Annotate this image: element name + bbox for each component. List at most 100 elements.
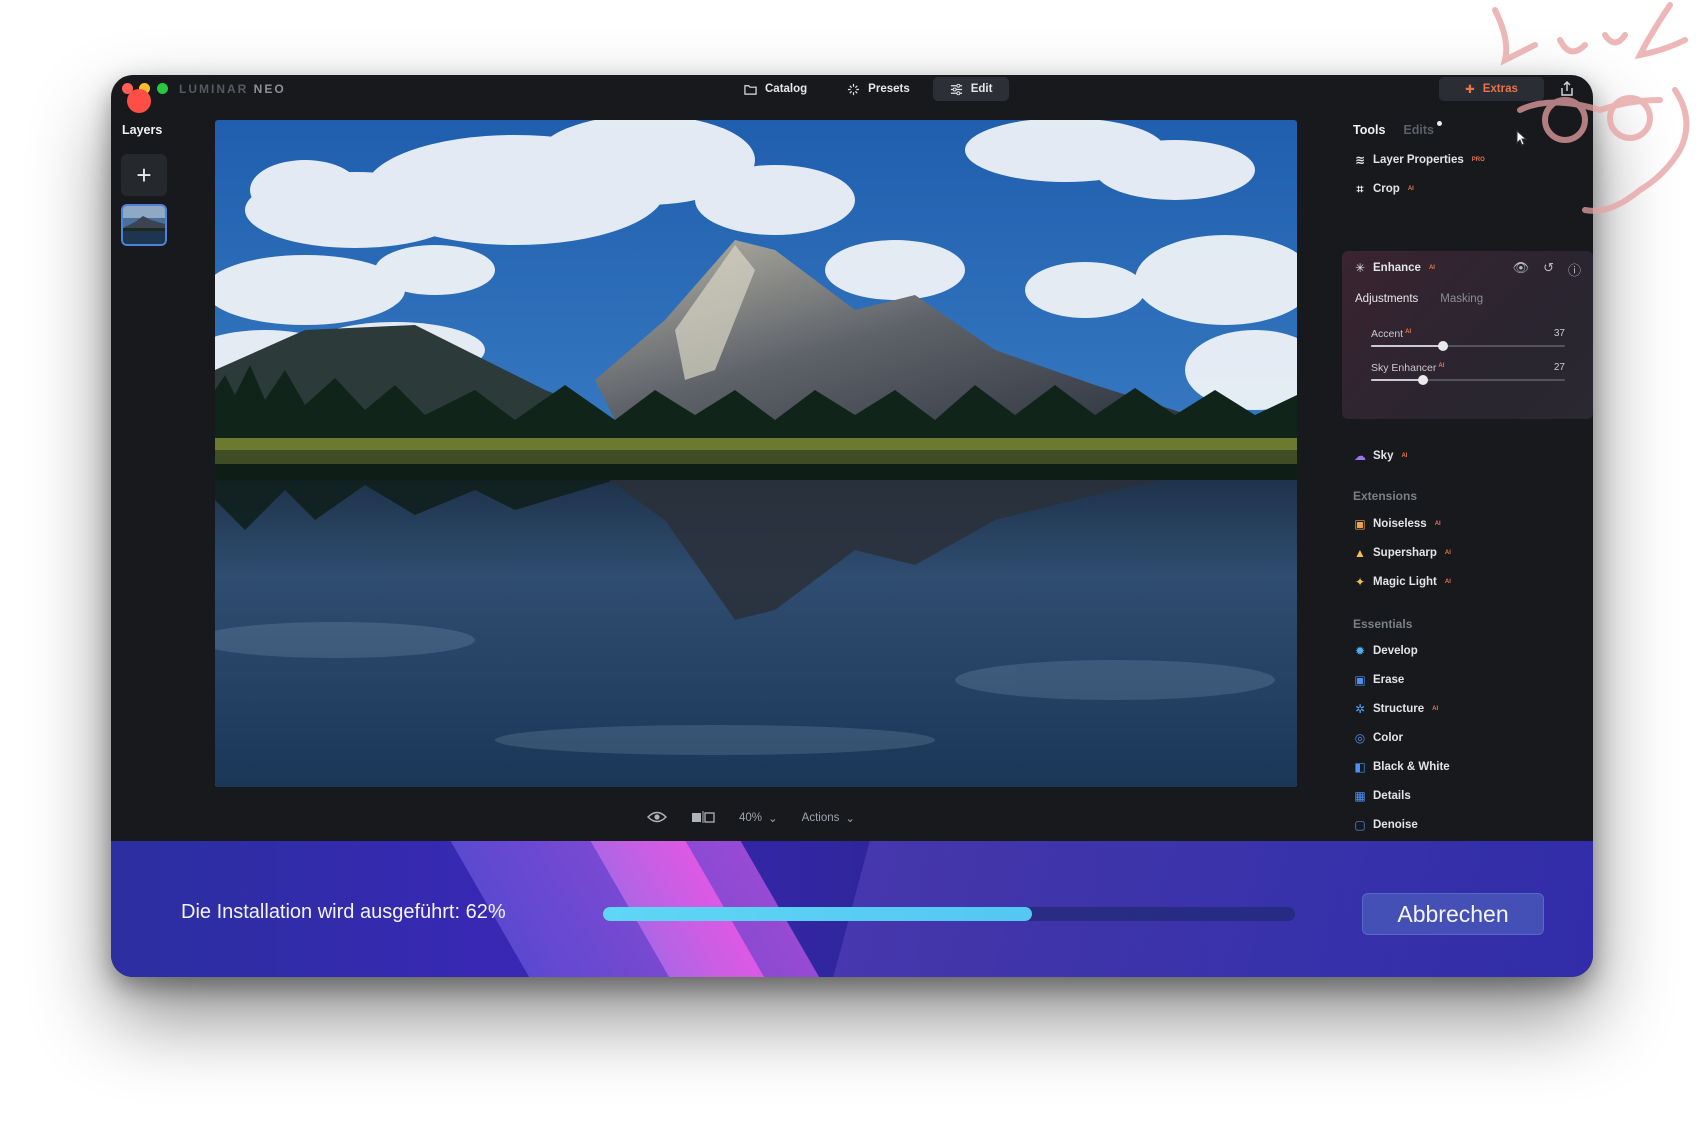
ai-badge: AI <box>1432 706 1439 712</box>
enhance-icon: ✳ <box>1354 261 1366 275</box>
ai-badge: AI <box>1407 186 1414 192</box>
tab-tools[interactable]: Tools <box>1353 123 1385 137</box>
tool-layer-properties[interactable]: ≋ Layer Properties PRO <box>1353 153 1485 167</box>
actions-label: Actions <box>801 812 840 824</box>
tool-supersharp[interactable]: ▲ Supersharp AI <box>1353 546 1451 560</box>
pro-badge: PRO <box>1471 157 1485 163</box>
enhance-panel: ✳ Enhance AI 👁 ↺ ⓘ Adjustments Masking A… <box>1342 251 1593 419</box>
tool-erase[interactable]: ▣ Erase <box>1353 673 1404 687</box>
visibility-eye-icon[interactable]: 👁 <box>1513 260 1530 279</box>
tool-magic-light[interactable]: ✦ Magic Light AI <box>1353 575 1451 589</box>
compare-icon[interactable] <box>691 810 715 826</box>
tool-structure[interactable]: ✲ Structure AI <box>1353 702 1438 716</box>
zoom-dropdown[interactable]: 40% ⌄ <box>739 811 778 825</box>
denoise-icon: ▢ <box>1354 818 1366 832</box>
reset-icon[interactable]: ↺ <box>1543 260 1554 279</box>
tool-color[interactable]: ◎ Color <box>1353 731 1403 745</box>
develop-icon: ✹ <box>1354 644 1366 658</box>
tab-edit[interactable]: Edit <box>932 77 1010 101</box>
extras-button[interactable]: ✚ Extras <box>1439 77 1544 101</box>
tool-develop[interactable]: ✹ Develop <box>1353 644 1418 658</box>
ai-badge: AI <box>1405 328 1412 335</box>
tool-sky[interactable]: ☁ Sky AI <box>1353 449 1407 463</box>
color-icon: ◎ <box>1354 731 1366 745</box>
tool-label: Denoise <box>1373 819 1418 831</box>
zoom-window-button[interactable] <box>157 83 168 94</box>
tool-label: Structure <box>1373 703 1425 715</box>
zoom-value: 40% <box>739 812 763 824</box>
accent-slider-label: Accent AI <box>1371 328 1411 340</box>
view-toolbar: 40% ⌄ Actions ⌄ <box>647 807 855 829</box>
add-layer-button[interactable]: + <box>121 154 167 196</box>
plus-icon: + <box>136 159 152 190</box>
tool-crop[interactable]: ⌗ Crop AI <box>1353 182 1414 196</box>
sky-enhancer-slider-knob[interactable] <box>1418 375 1429 385</box>
tab-catalog[interactable]: Catalog <box>727 77 824 101</box>
ai-badge: AI <box>1428 265 1435 271</box>
tool-enhance[interactable]: ✳ Enhance AI <box>1353 261 1435 275</box>
layers-icon: ≋ <box>1354 153 1366 167</box>
sky-enhancer-value: 27 <box>1553 362 1565 373</box>
brand-suffix: NEO <box>253 82 286 96</box>
erase-icon: ▣ <box>1354 673 1366 687</box>
tool-denoise[interactable]: ▢ Denoise <box>1353 818 1418 832</box>
ai-badge: AI <box>1438 362 1445 369</box>
tool-enhance-label: Enhance <box>1373 262 1421 274</box>
tool-layer-properties-label: Layer Properties <box>1373 154 1464 166</box>
accent-slider-knob[interactable] <box>1437 341 1448 351</box>
title-bar: LUMINAR NEO Catalog Presets Edit ✚ Extra… <box>111 75 1593 113</box>
tool-label: Erase <box>1373 674 1405 686</box>
ai-badge: AI <box>1434 521 1441 527</box>
tab-edits[interactable]: Edits <box>1403 121 1442 137</box>
sliders-icon <box>950 83 962 95</box>
puzzle-icon: ✚ <box>1465 84 1475 96</box>
essentials-heading: Essentials <box>1353 617 1413 631</box>
tool-noiseless[interactable]: ▣ Noiseless AI <box>1353 517 1441 531</box>
actions-dropdown[interactable]: Actions ⌄ <box>802 811 855 825</box>
accent-value: 37 <box>1553 328 1565 339</box>
supersharp-icon: ▲ <box>1354 546 1366 560</box>
tool-label: Magic Light <box>1373 576 1437 588</box>
subtab-masking[interactable]: Masking <box>1440 293 1483 305</box>
landscape-photo <box>215 120 1297 787</box>
tools-panel: Tools Edits ≋ Layer Properties PRO ⌗ Cro… <box>1342 111 1593 841</box>
layer-thumbnail-image <box>123 206 165 244</box>
chevron-down-icon: ⌄ <box>845 813 856 825</box>
tool-label: Color <box>1373 732 1404 744</box>
cancel-button[interactable]: Abbrechen <box>1362 893 1544 935</box>
tool-label: Supersharp <box>1373 547 1437 559</box>
tool-details[interactable]: ▦ Details <box>1353 789 1411 803</box>
share-icon <box>1561 81 1573 96</box>
cloud-icon: ☁ <box>1354 449 1366 463</box>
accent-slider-fill <box>1371 345 1443 347</box>
black-white-icon: ◧ <box>1354 760 1366 774</box>
tab-edit-label: Edit <box>970 83 993 95</box>
accent-slider[interactable] <box>1371 341 1565 351</box>
tool-crop-label: Crop <box>1373 183 1400 195</box>
tool-label: Details <box>1373 790 1411 802</box>
tool-black-white[interactable]: ◧ Black & White <box>1353 760 1450 774</box>
info-icon[interactable]: ⓘ <box>1568 260 1581 279</box>
tool-sky-label: Sky <box>1373 450 1394 462</box>
share-button[interactable] <box>1557 78 1577 100</box>
tool-label: Noiseless <box>1373 518 1427 530</box>
install-progress-banner: Die Installation wird ausgeführt: 62% Ab… <box>111 841 1593 977</box>
details-icon: ▦ <box>1354 789 1366 803</box>
subtab-adjustments[interactable]: Adjustments <box>1355 293 1418 305</box>
tab-catalog-label: Catalog <box>765 83 808 95</box>
magic-light-icon: ✦ <box>1354 575 1366 589</box>
tab-presets[interactable]: Presets <box>830 77 927 101</box>
photo-canvas[interactable] <box>215 120 1297 787</box>
tool-label: Develop <box>1373 645 1418 657</box>
crop-icon: ⌗ <box>1356 181 1364 196</box>
ai-badge: AI <box>1444 579 1451 585</box>
folder-icon <box>744 84 757 95</box>
sky-enhancer-slider-fill <box>1371 379 1424 381</box>
tool-label: Black & White <box>1373 761 1450 773</box>
install-progress-fill <box>603 907 1033 921</box>
enhance-subtabs: Adjustments Masking <box>1355 293 1483 305</box>
layer-thumbnail[interactable] <box>121 204 167 246</box>
mouse-cursor-icon <box>1516 130 1528 146</box>
sky-enhancer-slider[interactable] <box>1371 375 1565 385</box>
eye-icon[interactable] <box>647 811 667 826</box>
